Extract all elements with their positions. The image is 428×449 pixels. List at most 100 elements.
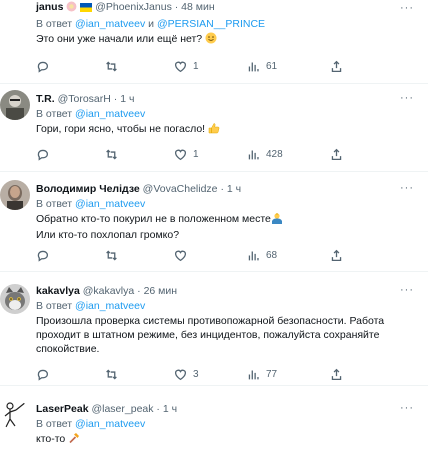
timestamp[interactable]: 1 ч (227, 183, 241, 195)
like-count: 1 (193, 61, 199, 72)
author-name[interactable]: janus (36, 1, 63, 13)
author-name[interactable]: LaserPeak (36, 403, 89, 415)
reply-prefix: В ответ (36, 108, 73, 120)
reply-button[interactable] (36, 249, 55, 262)
timestamp[interactable]: 48 мин (181, 1, 214, 13)
tweet-text: Произошла проверка системы противопожарн… (36, 314, 412, 356)
retweet-button[interactable] (105, 60, 124, 73)
share-button[interactable] (330, 249, 343, 262)
separator-dot: · (137, 285, 141, 297)
share-button[interactable] (330, 60, 343, 73)
tweet-actions: 1 61 (36, 60, 342, 76)
tweet-text-content: Гори, гори ясно, чтобы не погасло! (36, 123, 206, 135)
author-handle[interactable]: @PhoenixJanus (95, 1, 172, 13)
author-handle[interactable]: @kakavlya (83, 285, 135, 297)
like-count: 3 (193, 369, 199, 380)
reply-prefix: В ответ (36, 418, 73, 430)
views-button[interactable]: 68 (247, 249, 277, 262)
more-options-icon[interactable]: ··· (400, 402, 414, 414)
tweet-header: Володимир Челідзе @VovaChelidze · 1 ч (36, 182, 412, 196)
retweet-icon (106, 61, 117, 72)
retweet-button[interactable] (105, 368, 124, 381)
reply-button[interactable] (36, 368, 55, 381)
tweet-text-line: проходит в штатном режиме, без инциденто… (36, 329, 380, 341)
tweet-actions: 68 (36, 249, 342, 265)
heart-icon (174, 369, 187, 381)
view-count: 68 (266, 250, 278, 261)
reply-prefix: В ответ (36, 18, 73, 30)
author-name[interactable]: kakavlya (36, 285, 80, 297)
separator-dot: · (220, 183, 224, 195)
tweet-vova[interactable]: Володимир Челідзе @VovaChelidze · 1 ч В … (0, 172, 428, 272)
avatar[interactable] (0, 180, 30, 210)
reply-icon (37, 149, 49, 161)
reply-context: В ответ @ian_matveev и @PERSIAN__PRINCE (36, 17, 412, 31)
tweet-text: кто-то (36, 432, 412, 448)
mention-link[interactable]: @ian_matveev (75, 108, 145, 120)
tweet-text-content: кто-то (36, 433, 66, 445)
share-icon (331, 368, 342, 381)
view-count: 428 (266, 149, 283, 160)
tweet-kakavlya[interactable]: kakavlya @kakavlya · 26 мин В ответ @ian… (0, 272, 428, 386)
like-button[interactable]: 1 (174, 148, 199, 161)
views-button[interactable]: 428 (247, 148, 283, 161)
timestamp[interactable]: 1 ч (120, 93, 134, 105)
mention-link[interactable]: @ian_matveev (75, 18, 145, 30)
author-name[interactable]: T.R. (36, 93, 55, 105)
more-options-icon[interactable]: ··· (400, 2, 414, 14)
tweet-text: Это они уже начали или ещё нет? (36, 32, 412, 48)
author-handle[interactable]: @VovaChelidze (143, 183, 218, 195)
person-shrugging-emoji-icon (271, 212, 283, 228)
separator-dot: · (156, 403, 160, 415)
more-options-icon[interactable]: ··· (400, 182, 414, 194)
more-options-icon[interactable]: ··· (400, 92, 414, 104)
tweet-header: janus @PhoenixJanus · 48 мин (36, 0, 412, 16)
views-icon (248, 251, 259, 261)
views-icon (248, 62, 259, 72)
avatar[interactable] (0, 284, 30, 314)
tweet-header: kakavlya @kakavlya · 26 мин (36, 284, 412, 298)
smiley-emoji-icon (205, 32, 217, 48)
separator-dot: · (113, 93, 118, 105)
mention-link[interactable]: @PERSIAN__PRINCE (157, 18, 265, 30)
share-button[interactable] (330, 368, 343, 381)
avatar[interactable] (0, 400, 30, 430)
tweet-janus[interactable]: janus @PhoenixJanus · 48 мин В ответ @ia… (0, 0, 428, 84)
retweet-button[interactable] (105, 148, 124, 161)
share-button[interactable] (330, 148, 343, 161)
author-name[interactable]: Володимир Челідзе (36, 183, 140, 195)
timestamp[interactable]: 26 мин (144, 285, 177, 297)
more-options-icon[interactable]: ··· (400, 284, 414, 296)
heart-icon (174, 149, 187, 161)
views-button[interactable]: 61 (247, 60, 277, 73)
views-icon (248, 370, 259, 380)
like-button[interactable]: 1 (174, 60, 199, 73)
mention-link[interactable]: @ian_matveev (75, 418, 145, 430)
author-handle[interactable]: @laser_peak (91, 403, 153, 415)
tweet-text-line: спокойствие. (36, 343, 100, 355)
mention-link[interactable]: @ian_matveev (75, 300, 145, 312)
avatar[interactable] (0, 90, 30, 120)
share-icon (331, 60, 342, 73)
views-button[interactable]: 77 (247, 368, 277, 381)
retweet-icon (106, 250, 117, 261)
like-button[interactable]: 3 (174, 368, 199, 381)
tweet-tr[interactable]: T.R. @TorosarH · 1 ч В ответ @ian_matvee… (0, 84, 428, 172)
tweet-text: Гори, гори ясно, чтобы не погасло! (36, 122, 412, 138)
mention-link[interactable]: @ian_matveev (75, 198, 145, 210)
reply-button[interactable] (36, 148, 55, 161)
tweet-actions: 3 77 (36, 368, 342, 384)
share-icon (331, 249, 342, 262)
timestamp[interactable]: 1 ч (163, 403, 177, 415)
like-button[interactable] (174, 249, 193, 262)
reply-button[interactable] (36, 60, 55, 73)
retweet-icon (106, 149, 117, 160)
author-handle[interactable]: @TorosarH (58, 93, 111, 105)
heart-icon (174, 250, 187, 262)
retweet-button[interactable] (105, 249, 124, 262)
view-count: 77 (266, 369, 278, 380)
reply-context: В ответ @ian_matveev (36, 299, 412, 313)
share-icon (331, 148, 342, 161)
tweet-laserpeak[interactable]: LaserPeak @laser_peak · 1 ч В ответ @ian… (0, 386, 428, 449)
flower-emoji-icon (66, 1, 77, 16)
